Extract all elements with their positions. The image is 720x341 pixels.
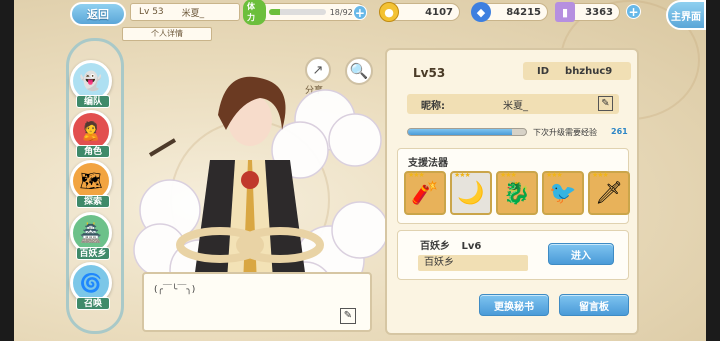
red-tool-icon: 🧨 (411, 180, 439, 206)
nav-item-village[interactable]: 🏯 百妖乡 (70, 212, 116, 260)
nav-label-explore: 探索 (76, 195, 110, 208)
profile-panel: Lv53 ID bhzhuc9 昵称: 米夏_ ✎ 下次升级需要经验 261 支… (385, 48, 639, 335)
artifact-slot-5[interactable]: ★★★ 🗡 (588, 171, 630, 215)
artifact-slot-3[interactable]: ★★★ 🐉 (496, 171, 538, 215)
gold-counter: ● 4107 (379, 2, 460, 22)
stamina-fill (269, 9, 281, 15)
nav-label-summon: 召唤 (76, 297, 110, 310)
nav-item-team[interactable]: 👻 编队 (70, 60, 116, 108)
add-stamina-button[interactable]: + (352, 4, 368, 20)
village-section: 百妖乡 Lv6 百妖乡 进入 (397, 230, 629, 280)
enter-village-button[interactable]: 进入 (548, 243, 614, 265)
blue-dragon-icon: 🐉 (503, 180, 531, 206)
nickname-box: 昵称: 米夏_ ✎ (407, 94, 619, 114)
stamina-track (269, 9, 326, 15)
yellow-bird-icon: 🐦 (549, 180, 577, 206)
star-sword-icon: 🗡 (595, 180, 623, 206)
ticket-value: 3363 (585, 6, 613, 18)
player-name: 米夏_ (181, 8, 205, 19)
nickname-label: 昵称: (421, 100, 445, 112)
main-menu-button[interactable]: 主界面 (666, 0, 706, 30)
change-secretary-button[interactable]: 更换秘书 (479, 294, 549, 316)
ticket-icon: ▮ (555, 2, 575, 22)
screen-edge-left (0, 0, 14, 341)
artifact-slot-1[interactable]: ★★★ 🧨 (404, 171, 446, 215)
message-box[interactable]: (╭￣╰￣╮) ✎ (142, 272, 372, 332)
ticket-counter: ▮ 3363 (555, 2, 620, 22)
artifact-stars: ★★★ (592, 171, 609, 179)
stamina-bar: 体力 18/92 + (243, 0, 368, 25)
exp-value: 261 (611, 127, 628, 136)
artifact-stars: ★★★ (500, 171, 517, 179)
artifact-slot-4[interactable]: ★★★ 🐦 (542, 171, 584, 215)
player-id-box: ID bhzhuc9 (523, 62, 631, 80)
stamina-label: 体力 (243, 0, 267, 25)
village-level: Lv6 (461, 241, 482, 252)
tab-personal-details: 个人详情 (122, 27, 212, 41)
exp-fill (408, 129, 512, 135)
exp-label: 下次升级需要经验 (533, 128, 597, 137)
gold-coin-icon: ● (379, 2, 399, 22)
artifact-stars: ★★★ (408, 171, 425, 179)
village-title: 百妖乡 Lv6 (420, 237, 481, 252)
player-id-value: bhzhuc9 (565, 65, 613, 77)
edit-message-icon[interactable]: ✎ (340, 308, 356, 324)
back-button[interactable]: 返回 (70, 2, 126, 26)
nav-item-summon[interactable]: 🌀 召唤 (70, 262, 116, 310)
gem-counter: ◆ 84215 (471, 2, 548, 22)
nav-label-village: 百妖乡 (76, 247, 110, 260)
nav-item-character[interactable]: 🙎 角色 (70, 110, 116, 158)
message-text: (╭￣╰￣╮) (154, 285, 196, 295)
village-name: 百妖乡 (418, 255, 528, 271)
player-level: Lv 53 (139, 7, 164, 17)
profile-level: Lv53 (413, 66, 446, 80)
nav-label-character: 角色 (76, 145, 110, 158)
village-title-text: 百妖乡 (420, 241, 450, 252)
gem-value: 84215 (506, 6, 541, 18)
message-board-button[interactable]: 留言板 (559, 294, 629, 316)
artifact-slot-2[interactable]: ★★★ 🌙 (450, 171, 492, 215)
artifact-stars: ★★★ (454, 171, 471, 179)
player-level-pill: Lv 53 米夏_ (130, 3, 240, 21)
crescent-blade-icon: 🌙 (457, 180, 485, 206)
edit-nickname-icon[interactable]: ✎ (598, 96, 613, 111)
player-id-label: ID (537, 65, 550, 77)
gold-value: 4107 (425, 6, 453, 18)
artifact-stars: ★★★ (546, 171, 563, 179)
add-currency-button[interactable]: + (626, 4, 641, 19)
gem-icon: ◆ (471, 2, 491, 22)
support-artifacts-section: 支援法器 ★★★ 🧨 ★★★ 🌙 ★★★ 🐉 ★★★ 🐦 ★★★ 🗡 (397, 148, 630, 224)
nickname-value: 米夏_ (503, 100, 528, 112)
support-artifacts-title: 支援法器 (408, 158, 448, 169)
exp-bar (407, 128, 527, 136)
nav-item-explore[interactable]: 🗺 探索 (70, 160, 116, 208)
screen-edge-right (706, 0, 720, 341)
nav-label-team: 编队 (76, 95, 110, 108)
stamina-value: 18/92 (329, 7, 353, 17)
